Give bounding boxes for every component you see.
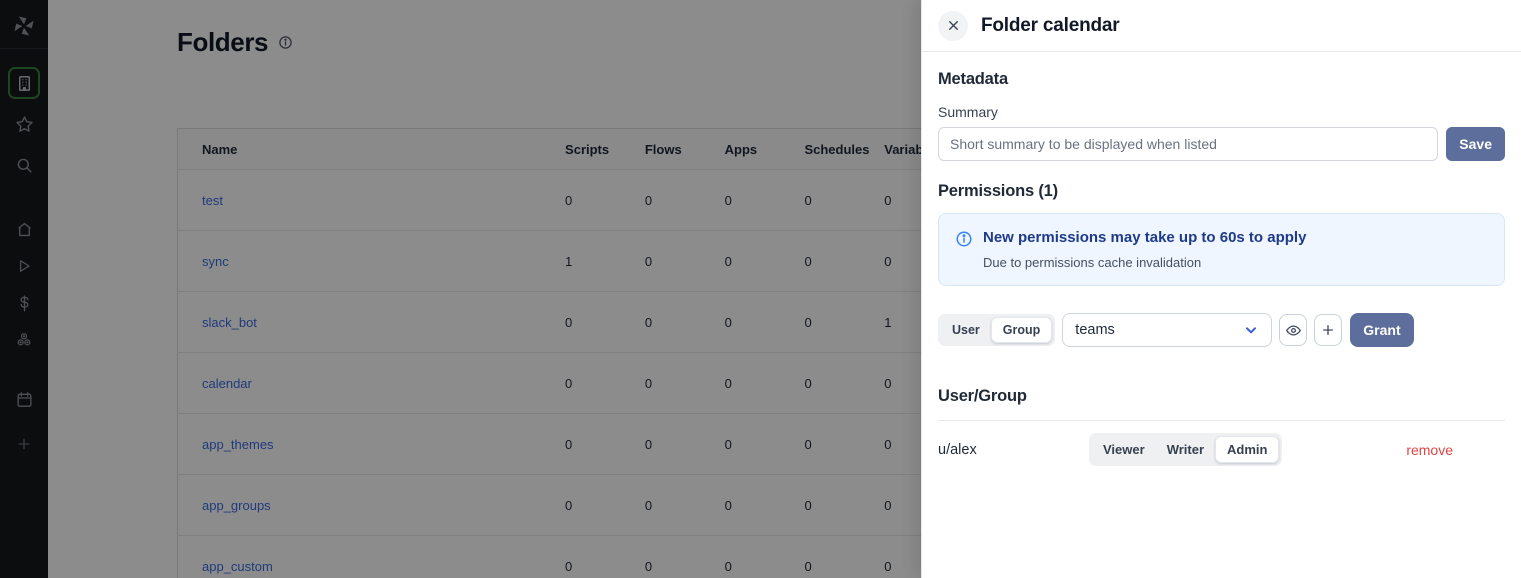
permission-rows: u/alexViewerWriterAdmin remove	[938, 421, 1505, 478]
summary-label: Summary	[938, 104, 1505, 120]
drawer-header: Folder calendar	[922, 0, 1521, 52]
role-option-viewer[interactable]: Viewer	[1092, 437, 1156, 462]
permissions-info-banner: New permissions may take up to 60s to ap…	[938, 213, 1505, 286]
close-button[interactable]	[938, 11, 968, 41]
toggle-option-group[interactable]: Group	[991, 317, 1053, 343]
preview-permissions-button[interactable]	[1279, 314, 1307, 346]
metadata-heading: Metadata	[938, 70, 1505, 89]
permittee-select-value: teams	[1075, 322, 1115, 338]
drawer-backdrop[interactable]	[0, 0, 921, 578]
plus-icon	[1320, 322, 1336, 338]
summary-input[interactable]	[938, 127, 1438, 161]
save-button[interactable]: Save	[1446, 127, 1505, 161]
drawer-title: Folder calendar	[981, 15, 1120, 37]
role-option-admin[interactable]: Admin	[1215, 436, 1279, 463]
app-window: Folders NameScriptsFlowsAppsSchedulesVar…	[0, 0, 1521, 578]
user-group-toggle: UserGroup	[938, 314, 1055, 346]
x-icon	[946, 18, 961, 33]
toggle-option-user[interactable]: User	[941, 318, 991, 342]
add-permittee-button[interactable]	[1314, 314, 1342, 346]
permission-row: u/alexViewerWriterAdmin remove	[938, 421, 1505, 478]
role-option-writer[interactable]: Writer	[1156, 437, 1215, 462]
chevron-down-icon	[1243, 322, 1259, 338]
remove-permission-link[interactable]: remove	[1406, 442, 1453, 458]
grant-button[interactable]: Grant	[1350, 313, 1413, 347]
banner-title: New permissions may take up to 60s to ap…	[983, 229, 1306, 246]
permittee-select[interactable]: teams	[1062, 313, 1272, 347]
info-circle-icon	[955, 230, 973, 270]
role-toggle: ViewerWriterAdmin	[1089, 433, 1282, 466]
eye-icon	[1285, 322, 1302, 339]
permittee-name: u/alex	[938, 442, 1089, 458]
banner-subtitle: Due to permissions cache invalidation	[983, 255, 1306, 270]
permissions-heading: Permissions (1)	[938, 182, 1505, 201]
folder-drawer: Folder calendar Metadata Summary Save Pe…	[921, 0, 1521, 578]
user-group-heading: User/Group	[938, 387, 1505, 406]
